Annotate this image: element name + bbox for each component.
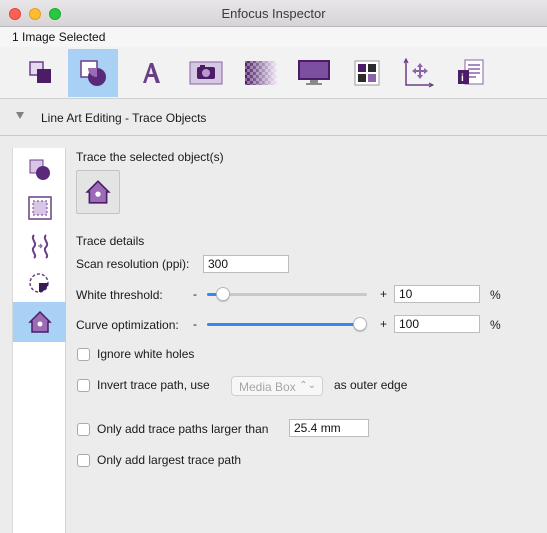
- only-largest-checkbox[interactable]: [77, 454, 90, 467]
- sidebar-item-wave[interactable]: [13, 226, 66, 266]
- sidebar-item-circle-cut[interactable]: [13, 264, 66, 304]
- outer-edge-dropdown-value: Media Box: [239, 380, 296, 394]
- wave-icon: [31, 234, 48, 259]
- axes-move-icon: [403, 57, 434, 88]
- sidebar-item-crop[interactable]: [13, 188, 66, 228]
- only-larger-checkbox[interactable]: [77, 423, 90, 436]
- invert-trace-checkbox[interactable]: [77, 379, 90, 392]
- disclosure-triangle-icon[interactable]: [16, 112, 24, 119]
- toolbar-position-button[interactable]: [393, 49, 443, 97]
- trace-heading: Trace the selected object(s): [76, 150, 224, 164]
- document-info-icon: i: [458, 59, 484, 85]
- curve-optimization-label: Curve optimization:: [76, 318, 179, 332]
- tool-sidebar: [12, 148, 66, 533]
- white-threshold-thumb[interactable]: [216, 287, 230, 301]
- circle-cut-icon: [28, 273, 49, 293]
- toolbar-monitor-button[interactable]: [289, 49, 339, 97]
- scan-resolution-input[interactable]: 300: [203, 255, 289, 273]
- curve-minus: -: [193, 317, 197, 331]
- selection-status-bar: 1 Image Selected: [0, 27, 547, 47]
- trace-house-icon: [85, 180, 111, 204]
- toolbar-camera-button[interactable]: [181, 49, 231, 97]
- min-trace-size-input[interactable]: 25.4 mm: [289, 419, 369, 437]
- toolbar-swatch-button[interactable]: [342, 49, 392, 97]
- object-icon: [29, 61, 51, 83]
- curve-optimization-fill: [207, 323, 360, 326]
- toolbar-gradient-button[interactable]: [236, 49, 286, 97]
- outer-edge-label: as outer edge: [334, 378, 408, 392]
- category-toolbar: i: [0, 47, 547, 99]
- chevron-updown-icon: ⌃⌄: [299, 380, 316, 391]
- white-threshold-label: White threshold:: [76, 288, 163, 302]
- white-threshold-plus: +: [380, 287, 388, 301]
- curve-plus: +: [380, 317, 388, 331]
- shape-icon: [29, 159, 50, 180]
- toolbar-text-button[interactable]: [126, 49, 176, 97]
- ignore-white-holes-label: Ignore white holes: [97, 347, 195, 361]
- curve-optimization-slider[interactable]: [207, 316, 367, 332]
- sidebar-item-shape[interactable]: [13, 150, 66, 190]
- sidebar-item-trace[interactable]: [13, 302, 66, 342]
- white-threshold-input[interactable]: 10: [394, 285, 480, 303]
- trace-panel: Trace the selected object(s) Trace detai…: [66, 137, 547, 533]
- section-header[interactable]: Line Art Editing - Trace Objects: [0, 100, 547, 136]
- window-title: Enfocus Inspector: [221, 6, 326, 21]
- window-titlebar: Enfocus Inspector: [0, 0, 547, 27]
- toolbar-docinfo-button[interactable]: i: [446, 49, 496, 97]
- white-threshold-unit: %: [490, 288, 501, 302]
- color-swatch-icon: [354, 60, 380, 86]
- only-larger-label: Only add trace paths larger than: [97, 422, 269, 436]
- text-icon: [143, 63, 160, 83]
- zoom-window-button[interactable]: [49, 8, 61, 20]
- close-window-button[interactable]: [9, 8, 21, 20]
- white-threshold-minus: -: [193, 287, 197, 301]
- camera-icon: [189, 61, 223, 85]
- crop-icon: [27, 196, 52, 220]
- gradient-icon: [245, 61, 277, 85]
- toolbar-image-button[interactable]: [68, 49, 118, 97]
- minimize-window-button[interactable]: [29, 8, 41, 20]
- section-title: Line Art Editing - Trace Objects: [41, 111, 207, 125]
- trace-details-heading: Trace details: [76, 234, 145, 248]
- ignore-white-holes-checkbox[interactable]: [77, 348, 90, 361]
- scan-resolution-label: Scan resolution (ppi):: [76, 257, 190, 271]
- white-threshold-slider[interactable]: [207, 286, 367, 302]
- only-largest-label: Only add largest trace path: [97, 453, 242, 467]
- invert-trace-label: Invert trace path, use: [97, 378, 210, 392]
- trace-house-icon: [27, 310, 52, 333]
- trace-button[interactable]: [76, 170, 120, 214]
- curve-optimization-unit: %: [490, 318, 501, 332]
- monitor-icon: [298, 60, 330, 85]
- curve-optimization-input[interactable]: 100: [394, 315, 480, 333]
- selection-label: 1 Image Selected: [12, 30, 106, 44]
- curve-optimization-thumb[interactable]: [353, 317, 367, 331]
- outer-edge-dropdown[interactable]: Media Box ⌃⌄: [231, 376, 323, 396]
- image-icon: [80, 60, 106, 86]
- svg-text:i: i: [461, 73, 464, 84]
- toolbar-object-button[interactable]: [16, 49, 66, 97]
